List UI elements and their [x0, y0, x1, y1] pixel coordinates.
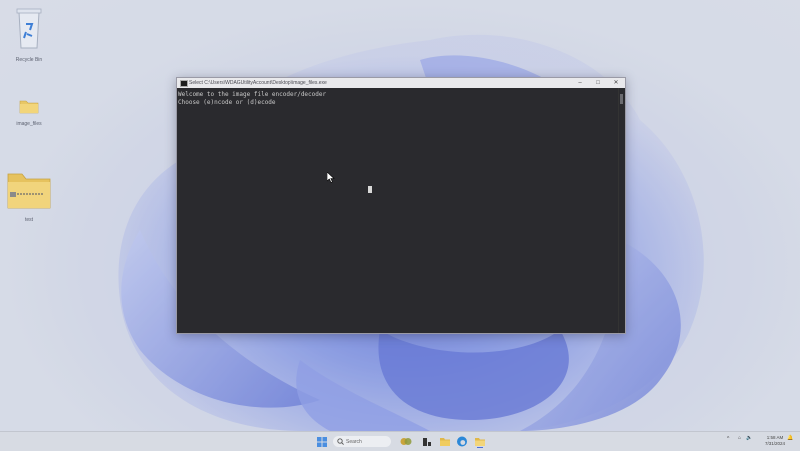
- text-cursor-icon: [368, 186, 372, 193]
- vertical-scrollbar[interactable]: [618, 88, 625, 333]
- desktop-background: Recycle Bin image_files test Select C:\U…: [0, 0, 800, 431]
- mouse-pointer-icon: [327, 172, 335, 183]
- desktop-icon-label: Recycle Bin: [15, 57, 43, 63]
- search-placeholder: Search: [346, 439, 362, 445]
- network-icon[interactable]: ⌂: [738, 435, 741, 441]
- show-hidden-icons-chevron[interactable]: ^: [727, 436, 729, 442]
- task-view-icon[interactable]: [421, 435, 433, 448]
- volume-icon[interactable]: 🔈: [746, 435, 752, 441]
- console-window[interactable]: Select C:\Users\WDAGUtilityAccount\Deskt…: [176, 77, 626, 334]
- notification-bell-icon[interactable]: 🔔: [787, 435, 793, 441]
- console-output[interactable]: Welcome to the image file encoder/decode…: [177, 88, 619, 333]
- folder-icon[interactable]: [474, 435, 486, 448]
- console-line: Choose (e)ncode or (d)ecode: [178, 99, 276, 106]
- scrollbar-thumb[interactable]: [620, 94, 623, 104]
- recycle-bin-icon: [16, 8, 42, 49]
- edge-icon[interactable]: [456, 435, 468, 448]
- folder-icon: [19, 100, 39, 114]
- desktop-icon-label: image_files: [16, 121, 42, 127]
- search-icon: [337, 438, 344, 445]
- zip-folder-icon: [7, 173, 51, 209]
- start-icon[interactable]: [316, 435, 328, 448]
- taskbar-search-box[interactable]: Search: [333, 436, 391, 447]
- desktop-icon-test[interactable]: test: [1, 170, 57, 223]
- minimize-button[interactable]: –: [571, 78, 589, 88]
- close-button[interactable]: ✕: [607, 78, 625, 88]
- desktop-icon-image-files[interactable]: image_files: [1, 98, 57, 127]
- taskbar-clock[interactable]: 1:58 AM 7/31/2024: [760, 435, 790, 447]
- window-titlebar[interactable]: Select C:\Users\WDAGUtilityAccount\Deskt…: [177, 78, 625, 88]
- clock-date: 7/31/2024: [764, 441, 786, 446]
- window-title: Select C:\Users\WDAGUtilityAccount\Deskt…: [189, 80, 327, 86]
- maximize-button[interactable]: □: [589, 78, 607, 88]
- desktop-icon-label: test: [24, 217, 34, 223]
- desktop-icon-recycle-bin[interactable]: Recycle Bin: [1, 4, 57, 63]
- copilot-icon[interactable]: [400, 435, 412, 448]
- console-icon: [180, 80, 188, 87]
- console-line: Welcome to the image file encoder/decode…: [178, 91, 327, 98]
- file-explorer-icon[interactable]: [439, 435, 451, 448]
- taskbar: Search ^ ⌂ 🔈 1:58 AM 7/31/2024 🔔: [0, 431, 800, 451]
